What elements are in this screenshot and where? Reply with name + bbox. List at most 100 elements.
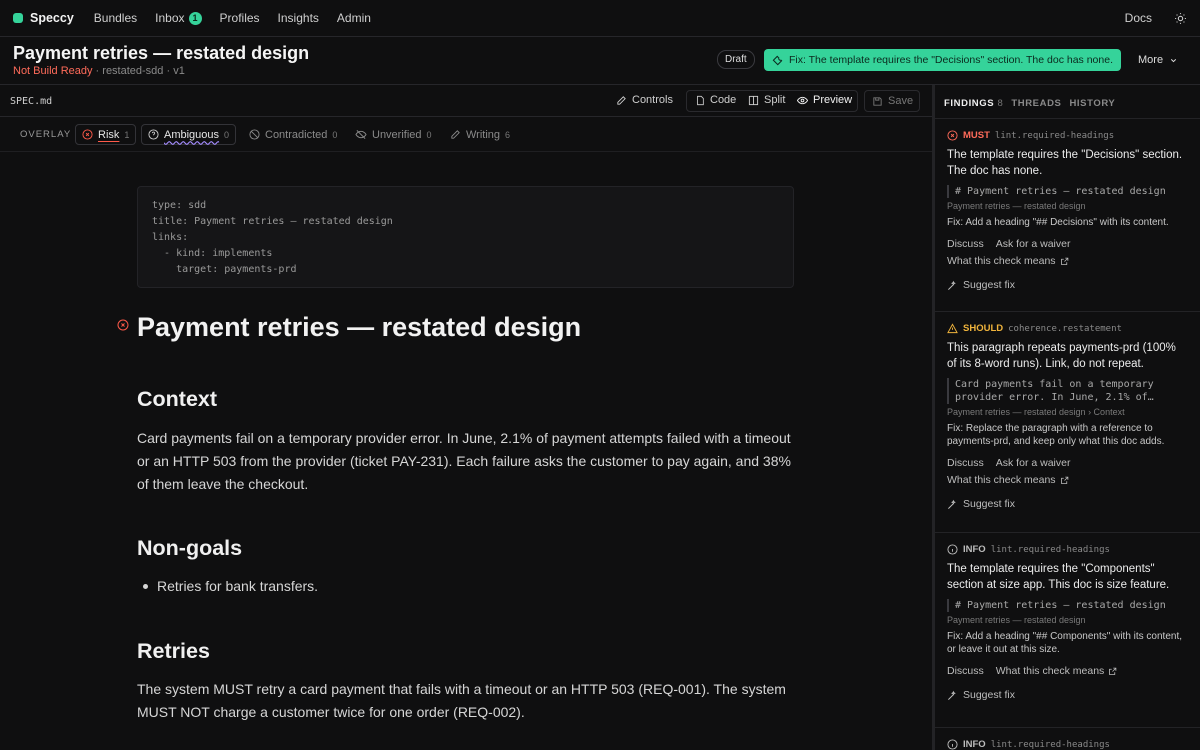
ask-waiver-button[interactable]: Ask for a waiver — [996, 457, 1071, 469]
check-info-link[interactable]: What this check means — [996, 665, 1118, 677]
finding-message: The template requires the "Decisions" se… — [947, 149, 1183, 177]
check-info-label: What this check means — [947, 255, 1056, 267]
overlay-chip-ambiguous[interactable]: Ambiguous 0 — [141, 124, 237, 145]
check-info-link[interactable]: What this check means — [947, 474, 1188, 486]
writing-count: 6 — [505, 129, 511, 140]
split-columns-icon — [748, 95, 759, 106]
discuss-button[interactable]: Discuss — [947, 457, 984, 469]
fix-banner-text: Fix: The template requires the "Decision… — [789, 54, 1113, 66]
finding-location: Payment retries — restated design — [947, 615, 1086, 625]
risk-label: Risk — [98, 128, 120, 141]
finding-actions: Discuss What this check means — [947, 665, 1188, 677]
pen-icon — [450, 129, 461, 140]
nav-insights[interactable]: Insights — [278, 11, 319, 25]
controls-label: Controls — [632, 94, 673, 106]
frontmatter-line: type: sdd — [152, 200, 207, 211]
ban-icon — [249, 129, 260, 140]
suggest-fix-button[interactable]: Suggest fix — [947, 279, 1188, 291]
preview-view-button[interactable]: Preview — [797, 94, 852, 106]
file-name: SPEC.md — [10, 96, 53, 107]
more-menu-button[interactable]: More — [1138, 54, 1178, 66]
check-info-label: What this check means — [995, 665, 1105, 677]
unverified-label: Unverified — [372, 128, 422, 141]
info-circle-icon — [947, 739, 958, 750]
overlay-chip-unverified[interactable]: Unverified 0 — [349, 124, 438, 145]
overlay-bar: OVERLAY Risk 1 Ambiguous 0 Contradicted … — [0, 117, 932, 152]
document-preview[interactable]: type: sdd title: Payment retries — resta… — [0, 152, 932, 750]
frontmatter-line: - kind: implements — [152, 248, 273, 259]
contradicted-label: Contradicted — [265, 128, 328, 141]
panel-tabs: FINDINGS 8 THREADS HISTORY — [944, 98, 1115, 109]
save-button[interactable]: Save — [864, 90, 920, 112]
nav-inbox[interactable]: Inbox 1 — [155, 11, 202, 25]
list-item-text: Retries for bank transfers. — [157, 578, 319, 594]
brand-logo-icon — [13, 13, 23, 23]
finding-fix: Fix: Add a heading "## Components" with … — [947, 631, 1183, 655]
inbox-count-badge: 1 — [188, 11, 202, 25]
retries-paragraph: The system MUST retry a card payment tha… — [137, 681, 786, 720]
finding-message: The template requires the "Components" s… — [947, 563, 1170, 591]
file-code-icon — [695, 95, 705, 106]
writing-label: Writing — [466, 128, 501, 141]
theme-toggle-sun-icon[interactable] — [1174, 12, 1187, 25]
nav-admin[interactable]: Admin — [337, 11, 371, 25]
heading-retries: Retries — [137, 639, 210, 663]
controls-button[interactable]: Controls — [616, 94, 673, 106]
top-nav: Speccy Bundles Inbox 1 Profiles Insights… — [0, 0, 1200, 37]
finding-card: INFO lint.required-headings — [935, 727, 1200, 750]
overlay-chip-risk[interactable]: Risk 1 — [75, 124, 137, 145]
finding-card: SHOULD coherence.restatement This paragr… — [935, 311, 1200, 525]
x-circle-icon — [82, 129, 93, 140]
non-goals-list-item: Retries for bank transfers. — [143, 578, 318, 594]
heading-context: Context — [137, 387, 218, 411]
tab-history[interactable]: HISTORY — [1069, 98, 1115, 109]
finding-header: MUST lint.required-headings — [947, 130, 1188, 141]
discuss-button[interactable]: Discuss — [947, 665, 984, 677]
discuss-button[interactable]: Discuss — [947, 238, 984, 250]
preview-label: Preview — [813, 94, 853, 106]
rule-id: lint.required-headings — [990, 739, 1110, 750]
doc-header: Payment retries — restated design Not Bu… — [0, 37, 1200, 85]
rule-id: coherence.restatement — [1008, 323, 1122, 334]
fix-banner-button[interactable]: Fix: The template requires the "Decision… — [764, 49, 1121, 71]
build-status: Not Build Ready — [13, 65, 93, 77]
tab-threads[interactable]: THREADS — [1011, 98, 1061, 109]
suggest-fix-label: Suggest fix — [963, 689, 1015, 701]
suggest-fix-button[interactable]: Suggest fix — [947, 689, 1188, 701]
nav-bundles[interactable]: Bundles — [94, 11, 137, 25]
unverified-count: 0 — [426, 129, 432, 140]
risk-marker-x-circle-icon[interactable] — [117, 319, 129, 331]
finding-header: INFO lint.required-headings — [947, 544, 1188, 555]
risk-count: 1 — [124, 129, 130, 140]
severity-label: INFO — [963, 544, 986, 555]
frontmatter-block: type: sdd title: Payment retries — resta… — [137, 186, 794, 288]
more-label: More — [1138, 54, 1164, 66]
ask-waiver-button[interactable]: Ask for a waiver — [996, 238, 1071, 250]
severity-label: MUST — [963, 130, 990, 141]
suggest-fix-label: Suggest fix — [963, 279, 1015, 291]
finding-actions: Discuss Ask for a waiver — [947, 238, 1188, 250]
severity-label: SHOULD — [963, 323, 1004, 334]
check-info-link[interactable]: What this check means — [947, 255, 1188, 267]
doc-status-line: Not Build Ready · restated-sdd · v1 — [13, 65, 185, 77]
overlay-chip-writing[interactable]: Writing 6 — [444, 124, 516, 145]
suggest-fix-button[interactable]: Suggest fix — [947, 498, 1188, 510]
findings-count: 8 — [997, 98, 1004, 109]
brand[interactable]: Speccy — [13, 11, 74, 25]
split-view-button[interactable]: Split — [748, 94, 785, 106]
pencil-icon — [616, 95, 627, 106]
save-label: Save — [888, 95, 914, 107]
save-disk-icon — [872, 96, 883, 107]
overlay-chip-contradicted[interactable]: Contradicted 0 — [243, 124, 343, 145]
code-view-button[interactable]: Code — [695, 94, 736, 106]
x-circle-icon — [947, 130, 958, 141]
doc-meta: · restated-sdd · v1 — [92, 65, 185, 77]
nav-docs[interactable]: Docs — [1125, 11, 1152, 25]
overlay-label: OVERLAY — [20, 129, 72, 140]
check-info-label: What this check means — [947, 474, 1056, 486]
nav-profiles[interactable]: Profiles — [220, 11, 260, 25]
finding-header: INFO lint.required-headings — [947, 739, 1188, 750]
suggest-fix-label: Suggest fix — [963, 498, 1015, 510]
eye-icon — [797, 95, 808, 106]
tab-findings[interactable]: FINDINGS 8 — [944, 98, 1003, 109]
